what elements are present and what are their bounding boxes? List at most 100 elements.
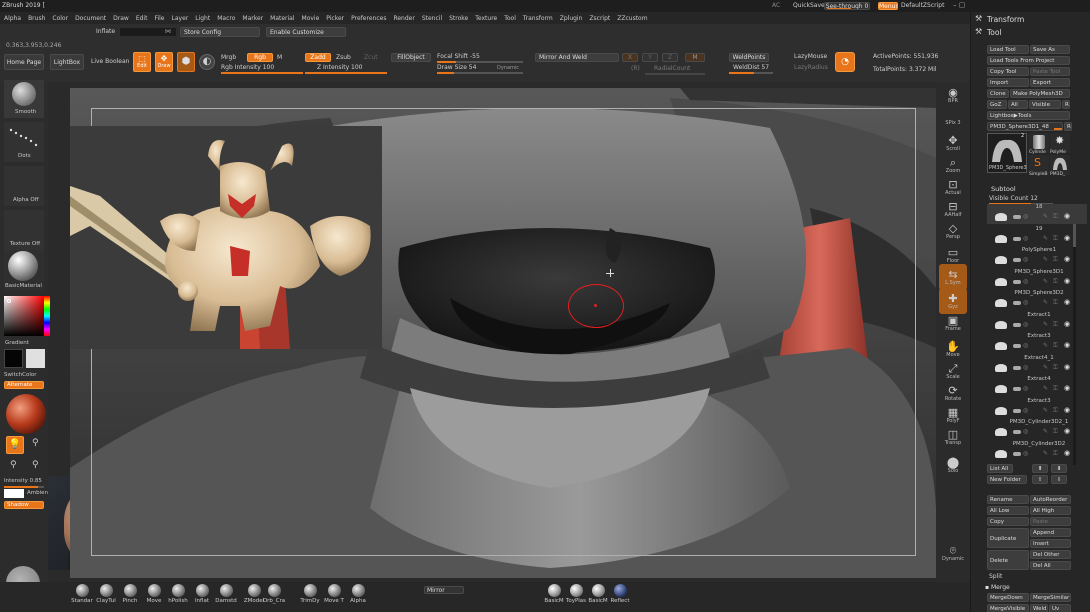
menu-movie[interactable]: Movie [302,15,320,22]
subtool-row[interactable]: ◎✎⚿◉Extract4 [987,376,1087,396]
brush-damstd[interactable]: Damstd [212,584,240,604]
shelf-transp-button[interactable]: ◫Transp [939,424,967,450]
transform-header[interactable]: Transform [987,15,1024,24]
subtool-row[interactable]: ◎✎⚿◉PM3D_Cylinder3D2_1 [987,419,1087,439]
current-brush-slot[interactable]: Smooth [4,80,44,118]
subtool-brush-icon[interactable]: ✎ [1043,407,1048,414]
canvas-viewport[interactable] [70,88,936,578]
dynamic-toggle[interactable]: Dynamic [497,64,519,72]
move-down-button[interactable]: ⬇ [1051,464,1067,473]
visible-count-label[interactable]: Visible Count 12 [989,195,1038,203]
menu-alpha[interactable]: Alpha [4,15,21,22]
stroke-slot[interactable]: Dots [4,122,44,162]
material-slot[interactable]: BasicMaterial [4,250,44,290]
append-button[interactable]: Append [1030,528,1071,537]
subtool-visibility-eye-icon[interactable]: ◉ [1064,277,1070,285]
subtool-lock-icon[interactable]: ⚿ [1053,407,1058,415]
switch-color-button[interactable]: SwitchColor [4,372,37,378]
menu-marker[interactable]: Marker [242,15,263,22]
sphere-material-icon[interactable]: ◐ [199,54,215,70]
subtool-brush-icon[interactable]: ✎ [1043,385,1048,392]
rgb-intensity-slider[interactable] [221,72,303,74]
rgb-intensity-label[interactable]: Rgb Intensity 100 [221,64,274,72]
subtool-folder-icon[interactable] [1013,366,1021,370]
subtool-visibility-eye-icon[interactable]: ◉ [1064,449,1070,457]
lazyradius-label[interactable]: LazyRadius [794,64,828,72]
subtool-row[interactable]: ◎✎⚿◉PM3D_Cylinder3D2 [987,441,1087,461]
subtool-row[interactable]: ◎✎⚿◉Extract3 [987,398,1087,418]
hue-strip[interactable] [44,296,50,336]
light-bulb-4-icon[interactable]: ⚲ [32,460,39,470]
shelf-l-sym-button[interactable]: ⇆L.Sym [939,264,967,290]
subtool-folder-icon[interactable] [1013,344,1021,348]
del-all-button[interactable]: Del All [1030,561,1071,570]
menu-texture[interactable]: Texture [475,15,497,22]
shelf-solo-button[interactable]: ⬤Solo [939,452,967,478]
menu-document[interactable]: Document [75,15,106,22]
menu-macro[interactable]: Macro [217,15,235,22]
zsub-button[interactable]: Zsub [336,54,351,62]
subtool-row[interactable]: ◎✎⚿◉PM3D_Sphere3D1 [987,269,1087,289]
light-sphere-preview[interactable] [6,394,46,434]
subtool-lock-icon[interactable]: ⚿ [1053,321,1058,329]
intensity-label[interactable]: Intensity 0.85 [4,478,42,484]
shelf-bpr-button[interactable]: ◉BPR [939,82,967,108]
subtool-polypaint-icon[interactable]: ◎ [1023,342,1028,349]
subtool-row[interactable]: ◎✎⚿◉Extract4_1 [987,355,1087,375]
subtool-folder-icon[interactable] [1013,301,1021,305]
mergedown-button[interactable]: MergeDown [987,593,1029,602]
subtool-lock-icon[interactable]: ⚿ [1053,278,1058,286]
shelf-spix-3-button[interactable]: SPix 3 [939,118,967,128]
draw-size-label[interactable]: Draw Size 54 [437,64,476,72]
autoreorder-button[interactable]: AutoReorder [1030,495,1071,504]
default-zscript[interactable]: DefaultZScript [901,2,944,10]
subtool-row[interactable]: ◎✎⚿◉Extract3 [987,333,1087,353]
menu-stencil[interactable]: Stencil [422,15,442,22]
subtool-brush-icon[interactable]: ✎ [1043,213,1048,220]
zadd-button[interactable]: Zadd [305,53,331,62]
z-axis-button[interactable]: Z [662,53,678,62]
subtool-lock-icon[interactable]: ⚿ [1053,450,1058,458]
live-boolean-button[interactable]: Live Boolean [91,58,129,66]
subtool-folder-icon[interactable] [1013,409,1021,413]
tool-thumb-simplebrush[interactable]: S SimpleB [1029,155,1049,175]
window-controls[interactable]: – ▢ [953,1,965,9]
menu-render[interactable]: Render [393,15,414,22]
ac-label[interactable]: AC [772,2,780,10]
menu-draw[interactable]: Draw [113,15,129,22]
brush-alpha[interactable]: Alpha [344,584,372,604]
menus-button[interactable]: Menus [878,2,898,10]
menu-zplugin[interactable]: Zplugin [560,15,583,22]
fillobject-button[interactable]: FillObject [391,53,431,62]
draw-size-slider[interactable] [437,72,523,74]
subtool-folder-icon[interactable] [1013,237,1021,241]
menu-brush[interactable]: Brush [28,15,45,22]
subtool-folder-icon[interactable] [1013,258,1021,262]
subtool-row[interactable]: ◎✎⚿◉PM3D_Sphere3D2 [987,290,1087,310]
subtool-brush-icon[interactable]: ✎ [1043,256,1048,263]
make-polymesh-button[interactable]: Make PolyMesh3D [1010,89,1070,98]
import-button[interactable]: Import [987,78,1029,87]
subtool-visibility-eye-icon[interactable]: ◉ [1064,384,1070,392]
tool-header[interactable]: Tool [987,28,1002,37]
weldpoints-button[interactable]: WeldPoints [729,53,769,62]
tool-r-button[interactable]: R [1064,122,1072,131]
subtool-visibility-eye-icon[interactable]: ◉ [1064,341,1070,349]
y-axis-button[interactable]: Y [642,53,658,62]
edit-button[interactable]: ⬚Edit [133,52,151,72]
rename-button[interactable]: Rename [987,495,1029,504]
load-tools-from-project-button[interactable]: Load Tools From Project [987,56,1070,65]
z-intensity-label[interactable]: Z Intensity 100 [317,64,363,72]
goz-all-button[interactable]: All [1008,100,1028,109]
new-folder-button[interactable]: New Folder [987,475,1027,484]
subtool-brush-icon[interactable]: ✎ [1043,364,1048,371]
subtool-visibility-eye-icon[interactable]: ◉ [1064,298,1070,306]
current-tool-slider[interactable]: PM3D_Sphere3D1_48 [987,122,1063,131]
store-config-button[interactable]: Store Config [180,27,260,37]
subtool-folder-icon[interactable] [1013,215,1021,219]
rgb-button[interactable]: Rgb [247,53,273,62]
subtool-lock-icon[interactable]: ⚿ [1053,364,1058,372]
color-picker[interactable] [4,296,44,336]
ambient-swatch[interactable] [4,489,24,498]
subtool-polypaint-icon[interactable]: ◎ [1023,299,1028,306]
